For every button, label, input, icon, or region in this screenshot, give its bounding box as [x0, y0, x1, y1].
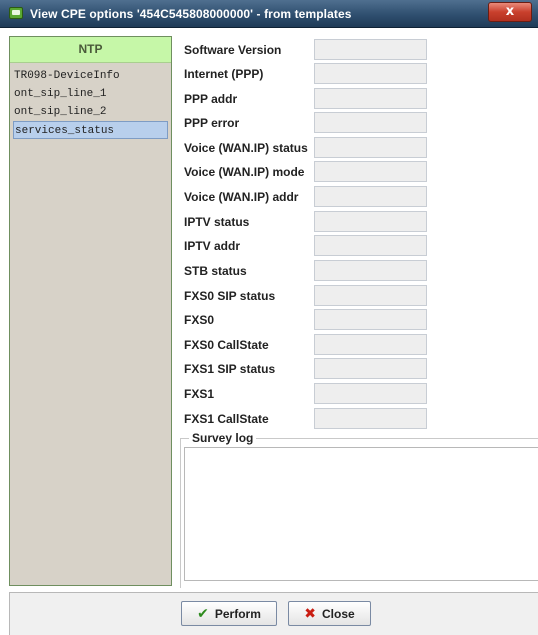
- field-row: FXS1 SIP status: [184, 358, 434, 380]
- field-row: FXS0 CallState: [184, 334, 434, 356]
- field-row: IPTV status: [184, 211, 434, 233]
- list-item-services-status[interactable]: services_status: [13, 121, 168, 139]
- template-list: TR098-DeviceInfo ont_sip_line_1 ont_sip_…: [13, 67, 168, 139]
- field-label: Voice (WAN.IP) status: [184, 141, 308, 155]
- software-version-field[interactable]: [314, 39, 427, 60]
- field-row: Software Version: [184, 39, 434, 61]
- fxs1-field[interactable]: [314, 383, 427, 404]
- field-label: FXS0 SIP status: [184, 289, 276, 303]
- title-bar[interactable]: View CPE options '454C545808000000' - fr…: [0, 0, 538, 28]
- iptv-status-field[interactable]: [314, 211, 427, 232]
- field-label: IPTV addr: [184, 239, 241, 253]
- fxs0-callstate-field[interactable]: [314, 334, 427, 355]
- perform-button-label: Perform: [214, 606, 261, 621]
- field-label: PPP addr: [184, 92, 238, 106]
- survey-log-label: Survey log: [189, 431, 257, 445]
- ppp-error-field[interactable]: [314, 112, 427, 133]
- field-row: PPP addr: [184, 88, 434, 110]
- field-label: Software Version: [184, 43, 282, 57]
- field-label: FXS0: [184, 313, 215, 327]
- stb-status-field[interactable]: [314, 260, 427, 281]
- field-label: IPTV status: [184, 215, 250, 229]
- field-row: Voice (WAN.IP) mode: [184, 161, 434, 183]
- fxs0-field[interactable]: [314, 309, 427, 330]
- close-button[interactable]: ✖ Close: [288, 601, 371, 626]
- field-row: STB status: [184, 260, 434, 282]
- field-label: Voice (WAN.IP) mode: [184, 165, 305, 179]
- field-row: IPTV addr: [184, 235, 434, 257]
- checkmark-icon: ✔: [197, 605, 209, 622]
- field-row: PPP error: [184, 112, 434, 134]
- field-label: Internet (PPP): [184, 67, 264, 81]
- iptv-addr-field[interactable]: [314, 235, 427, 256]
- internet-ppp-field[interactable]: [314, 63, 427, 84]
- list-item-ont-sip-line-2[interactable]: ont_sip_line_2: [13, 103, 168, 121]
- close-button-label: Close: [322, 606, 355, 621]
- field-row: FXS1 CallState: [184, 408, 434, 430]
- list-item-ont-sip-line-1[interactable]: ont_sip_line_1: [13, 85, 168, 103]
- field-row: FXS1: [184, 383, 434, 405]
- field-row: Internet (PPP): [184, 63, 434, 85]
- cpe-options-window: View CPE options '454C545808000000' - fr…: [0, 0, 538, 635]
- field-label: FXS1 CallState: [184, 412, 269, 426]
- ppp-addr-field[interactable]: [314, 88, 427, 109]
- voice-wan-ip-mode-field[interactable]: [314, 161, 427, 182]
- template-list-header: NTP: [10, 37, 171, 63]
- button-bar: ✔ Perform ✖ Close: [9, 592, 538, 635]
- window-title: View CPE options '454C545808000000' - fr…: [30, 7, 352, 21]
- field-row: Voice (WAN.IP) addr: [184, 186, 434, 208]
- field-row: FXS0: [184, 309, 434, 331]
- field-row: Voice (WAN.IP) status: [184, 137, 434, 159]
- field-label: Voice (WAN.IP) addr: [184, 190, 299, 204]
- list-item-tr098-deviceinfo[interactable]: TR098-DeviceInfo: [13, 67, 168, 85]
- window-close-button[interactable]: x: [488, 2, 532, 22]
- app-icon: [9, 7, 23, 19]
- field-label: FXS0 CallState: [184, 338, 269, 352]
- field-label: FXS1: [184, 387, 215, 401]
- field-label: FXS1 SIP status: [184, 362, 276, 376]
- survey-log-group: Survey log: [180, 431, 538, 588]
- fxs0-sip-status-field[interactable]: [314, 285, 427, 306]
- survey-log-textarea[interactable]: [184, 447, 538, 581]
- close-icon: ✖: [304, 605, 317, 622]
- perform-button[interactable]: ✔ Perform: [181, 601, 277, 626]
- fxs1-sip-status-field[interactable]: [314, 358, 427, 379]
- field-label: PPP error: [184, 116, 240, 130]
- template-list-panel: NTP TR098-DeviceInfo ont_sip_line_1 ont_…: [9, 36, 172, 586]
- field-label: STB status: [184, 264, 247, 278]
- voice-wan-ip-status-field[interactable]: [314, 137, 427, 158]
- field-row: FXS0 SIP status: [184, 285, 434, 307]
- voice-wan-ip-addr-field[interactable]: [314, 186, 427, 207]
- fxs1-callstate-field[interactable]: [314, 408, 427, 429]
